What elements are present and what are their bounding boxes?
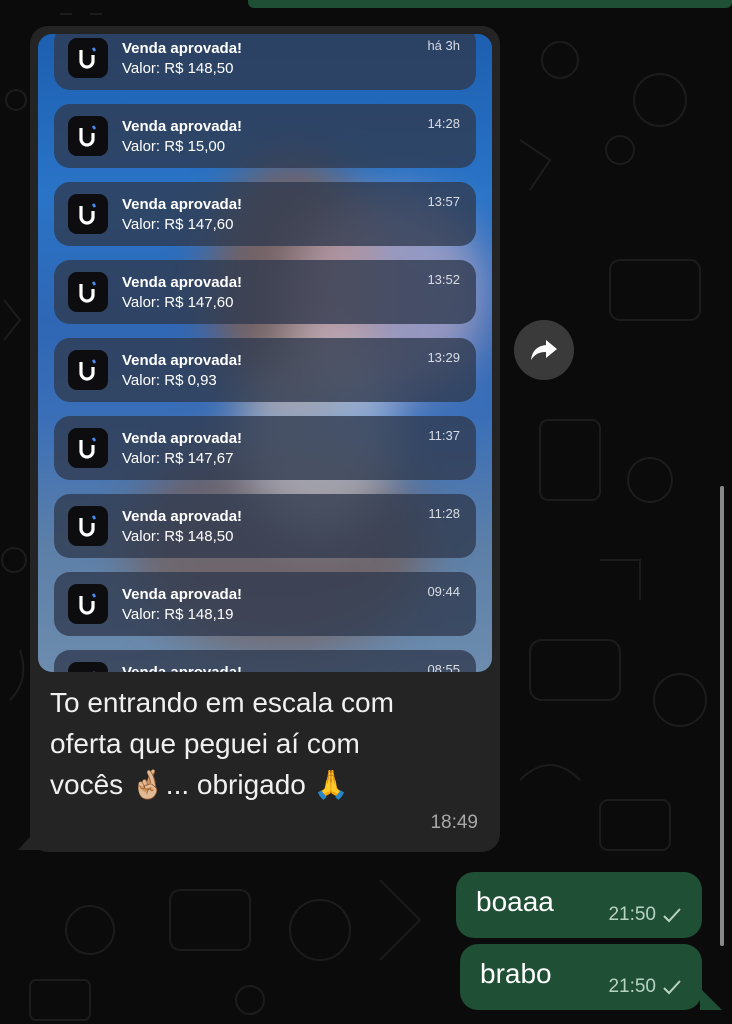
notification-title: Venda aprovada! [122,196,243,213]
notification-time: 11:37 [428,428,460,443]
app-logo-icon [68,194,108,234]
notification-value: Valor: R$ 0,93 [122,372,217,389]
notification: Venda aprovada! Valor: R$ 148,50 11:28 [54,494,476,558]
app-logo-icon [68,38,108,78]
notification-title: Venda aprovada! [122,430,243,447]
message-text: To entrando em escala com oferta que peg… [50,682,490,805]
notification-value: Valor: R$ 147,60 [122,294,234,311]
notification-title: Venda aprovada! [122,352,243,369]
notification-title: Venda aprovada! [122,586,243,603]
notification-time: há 3h [427,38,460,53]
forward-arrow-icon [531,340,557,360]
notification-time: 13:52 [427,272,460,287]
notification: Venda aprovada! Valor: R$ 148,50 há 3h [54,34,476,90]
notification-time: 13:29 [427,350,460,365]
notification-title: Venda aprovada! [122,274,243,291]
message-meta: 21:50 [608,904,682,926]
notification-time: 11:28 [428,506,460,521]
message-text: brabo [480,958,552,989]
notification-value: Valor: R$ 148,50 [122,60,234,77]
forward-button[interactable] [514,320,574,380]
notification-time: 08:55 [427,662,460,672]
notification-title: Venda aprovada! [122,40,243,57]
notification: Venda aprovada! Valor: R$ 15,00 14:28 [54,104,476,168]
outgoing-message-bubble[interactable]: boaaa 21:50 [456,872,702,938]
notification: Venda aprovada! Valor: R$ 148,19 09:44 [54,572,476,636]
app-logo-icon [68,428,108,468]
app-logo-icon [68,350,108,390]
message-text: boaaa [476,886,554,917]
notification-value: Valor: R$ 147,67 [122,450,234,467]
notification-title: Venda aprovada! [122,118,243,135]
single-check-icon [663,980,681,995]
notification-value: Valor: R$ 148,19 [122,606,234,623]
message-line: To entrando em escala com [50,687,394,718]
app-logo-icon [68,662,108,672]
app-logo-icon [68,272,108,312]
previous-outgoing-bubble-edge [248,0,732,8]
single-check-icon [663,908,681,923]
message-timestamp: 21:50 [608,976,656,997]
scrollbar[interactable] [720,486,724,946]
incoming-message-bubble[interactable]: Venda aprovada! Valor: R$ 148,50 há 3h V… [30,26,500,852]
notification-title: Venda aprovada! [122,508,243,525]
screenshot-image[interactable]: Venda aprovada! Valor: R$ 148,50 há 3h V… [38,34,492,672]
message-line: oferta que peguei aí com [50,728,360,759]
message-timestamp: 18:49 [430,812,478,833]
notification-value: Valor: R$ 15,00 [122,138,226,155]
message-line: vocês 🤞🏼... obrigado 🙏 [50,769,349,800]
notification: Venda aprovada! Valor: R$ 147,60 13:52 [54,260,476,324]
notification: Venda aprovada! Valor: R$ 147,60 13:57 [54,182,476,246]
app-logo-icon [68,116,108,156]
notification-value: Valor: R$ 147,60 [122,216,234,233]
app-logo-icon [68,584,108,624]
message-timestamp: 21:50 [608,904,656,925]
notification-value: Valor: R$ 148,50 [122,528,234,545]
app-logo-icon [68,506,108,546]
outgoing-bubble-tail [700,988,722,1010]
notification-time: 14:28 [427,116,460,131]
notification-time: 13:57 [427,194,460,209]
notification: Venda aprovada! Valor: R$ 0,93 13:29 [54,338,476,402]
outgoing-message-bubble[interactable]: brabo 21:50 [460,944,702,1010]
message-meta: 21:50 [608,976,682,998]
notification-title: Venda aprovada! [122,664,242,672]
notification-time: 09:44 [427,584,460,599]
notification: Venda aprovada! Valor: R$ 147,67 11:37 [54,416,476,480]
notification: Venda aprovada! 08:55 [54,650,476,672]
